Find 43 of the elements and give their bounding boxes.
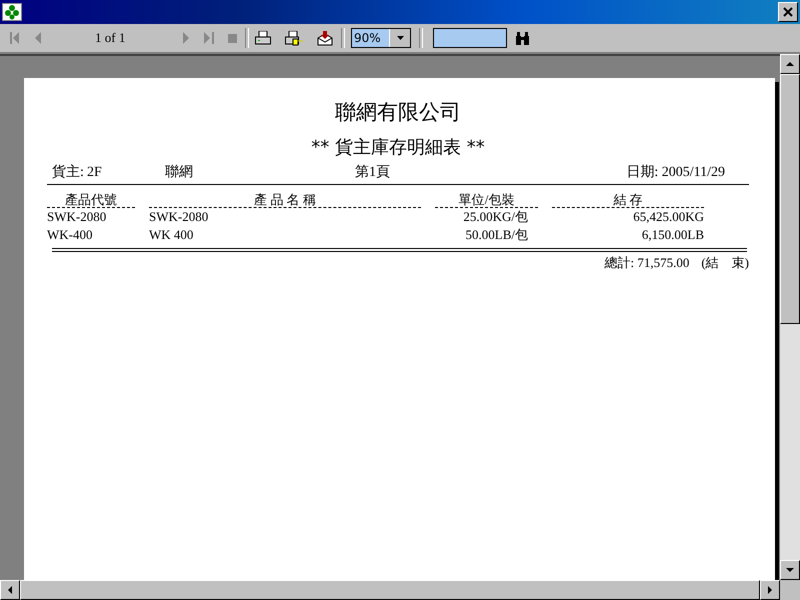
owner-label: 貨主: bbox=[52, 163, 85, 181]
printer-icon[interactable] bbox=[255, 30, 271, 46]
table-cell-text: 25.00KG/包 bbox=[462, 208, 529, 226]
zoom-dropdown[interactable]: 90% bbox=[351, 28, 411, 48]
page-number: 第1頁 bbox=[355, 164, 391, 181]
search-field[interactable] bbox=[433, 28, 507, 48]
scrollbar-corner bbox=[780, 580, 800, 600]
column-header: 產 品 名 稱 bbox=[149, 192, 421, 208]
table-cell-text: 50.00LB/包 bbox=[464, 226, 529, 244]
table-cell-text: WK-400 bbox=[47, 226, 94, 244]
right-arrow-icon bbox=[768, 586, 772, 594]
company-name: 聯網有限公司 bbox=[334, 99, 462, 126]
table-cell-text: 65,425.00KG bbox=[632, 208, 704, 226]
scroll-up-button[interactable] bbox=[780, 54, 800, 74]
app-icon bbox=[2, 3, 22, 21]
grand-total: 總計: 71,575.00 bbox=[604, 254, 690, 272]
scroll-down-button[interactable] bbox=[780, 560, 800, 580]
up-arrow-icon bbox=[786, 62, 794, 66]
close-icon bbox=[783, 7, 793, 17]
table-cell-text: SWK-2080 bbox=[47, 208, 108, 226]
table-cell-text: SWK-2080 bbox=[149, 208, 210, 226]
scroll-left-button[interactable] bbox=[0, 580, 20, 600]
column-header: 結 存 bbox=[552, 192, 704, 208]
owner-code: 2F bbox=[87, 165, 103, 181]
owner-name: 聯網 bbox=[165, 164, 194, 181]
end-marker: (結 束) bbox=[701, 254, 749, 272]
printer-setup-icon[interactable] bbox=[285, 30, 303, 46]
vertical-scrollbar[interactable] bbox=[780, 54, 800, 580]
envelope-icon[interactable] bbox=[317, 30, 333, 46]
page-indicator: 1 of 1 bbox=[94, 30, 126, 46]
close-button[interactable] bbox=[778, 2, 798, 22]
down-arrow-icon bbox=[786, 568, 794, 572]
left-arrow-icon bbox=[8, 586, 12, 594]
table-cell-text: WK 400 bbox=[149, 226, 194, 244]
column-header: 單位/包裝 bbox=[435, 192, 538, 208]
report-date: 日期: 2005/11/29 bbox=[626, 164, 725, 181]
dropdown-caret-icon bbox=[396, 36, 404, 40]
report-title: ** 貨主庫存明細表 ** bbox=[310, 136, 486, 159]
scroll-thumb[interactable] bbox=[780, 74, 800, 324]
scroll-right-button[interactable] bbox=[760, 580, 780, 600]
table-cell-text: 6,150.00LB bbox=[640, 226, 704, 244]
column-header: 產品代號 bbox=[47, 192, 135, 208]
binoculars-icon[interactable] bbox=[515, 32, 530, 44]
